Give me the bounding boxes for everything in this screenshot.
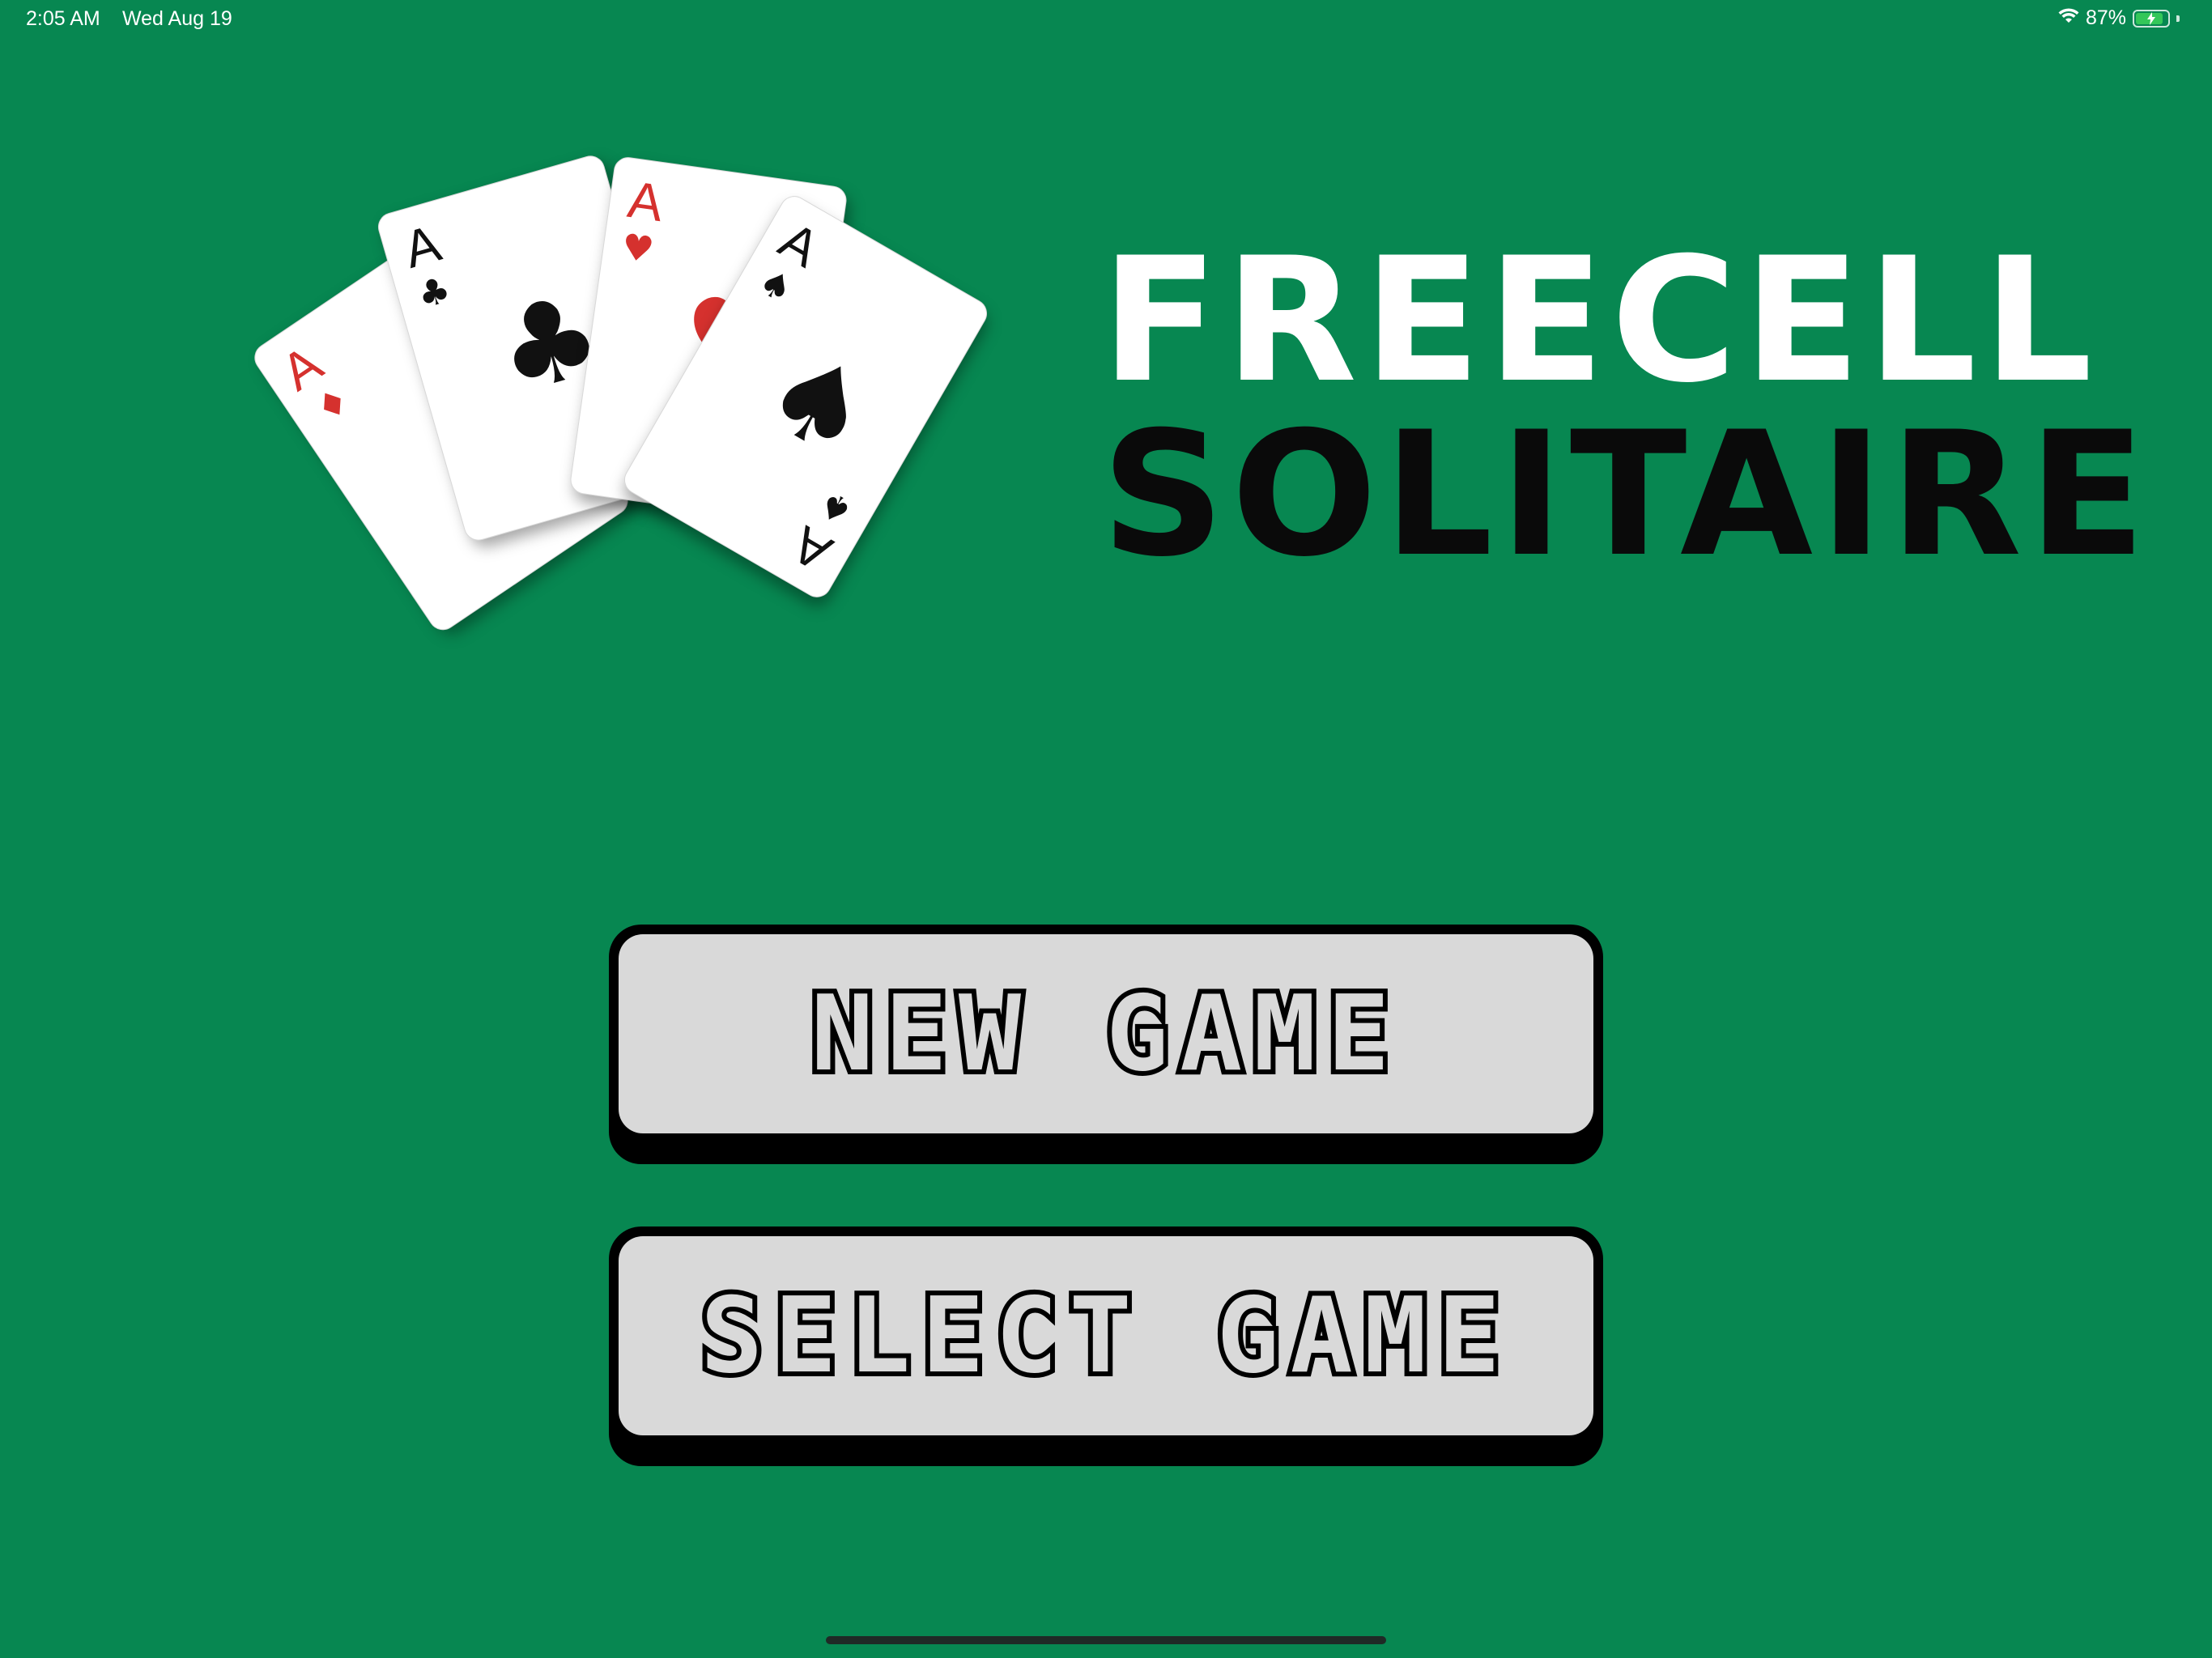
select-game-label: SELECT GAME	[696, 1271, 1512, 1401]
status-bar: 2:05 AM Wed Aug 19 87%	[0, 0, 2212, 39]
new-game-button-face[interactable]: NEW GAME	[619, 934, 1593, 1133]
status-date: Wed Aug 19	[122, 7, 232, 30]
card-rank: A	[782, 515, 842, 583]
status-time: 2:05 AM	[26, 7, 100, 30]
battery-cap	[2176, 15, 2180, 22]
aces-logo: A ♦ A ♣ ♣ A ♥ ♥ A ♠ ♠ ♠ A	[249, 138, 1077, 664]
heart-icon: ♥	[619, 226, 657, 272]
select-game-button-face[interactable]: SELECT GAME	[619, 1236, 1593, 1435]
wifi-icon	[2058, 6, 2079, 30]
new-game-button[interactable]: NEW GAME	[609, 925, 1603, 1164]
spade-icon: ♠	[741, 321, 896, 487]
title-solitaire: SOLITAIRE	[1101, 394, 2153, 594]
new-game-label: NEW GAME	[806, 969, 1402, 1099]
select-game-button[interactable]: SELECT GAME	[609, 1226, 1603, 1466]
battery-percent: 87%	[2085, 6, 2126, 29]
status-indicators: 87%	[2058, 6, 2180, 30]
club-icon: ♣	[413, 269, 456, 317]
card-rank: A	[624, 169, 667, 233]
title-freecell: FREECELL	[1101, 220, 2099, 420]
card-rank: A	[397, 213, 447, 279]
battery-charging-icon	[2133, 9, 2170, 28]
home-indicator[interactable]	[826, 1636, 1386, 1644]
